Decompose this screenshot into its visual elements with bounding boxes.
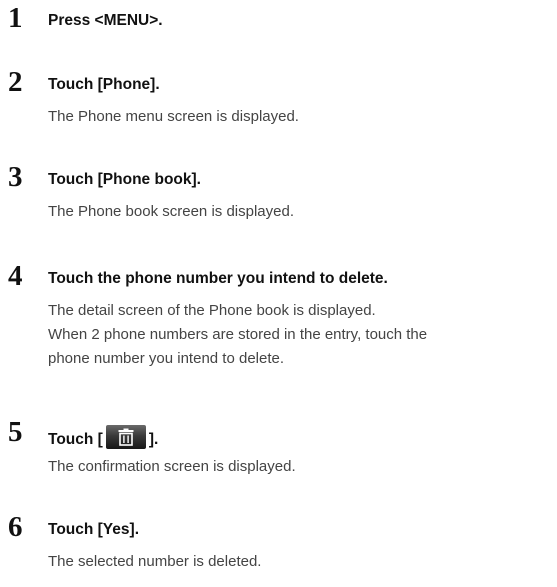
step-description: The selected number is deleted. xyxy=(48,550,261,574)
description-line: The selected number is deleted. xyxy=(48,553,262,570)
description-line: When 2 phone numbers are stored in the e… xyxy=(48,326,428,343)
step-number: 6 xyxy=(8,511,23,543)
step-title: Touch the phone number you intend to del… xyxy=(48,270,388,287)
step-number: 1 xyxy=(8,2,23,34)
description-line: phone number you intend to delete. xyxy=(48,350,285,367)
step-title: Touch [ ]. xyxy=(48,425,158,450)
description-line: The detail screen of the Phone book is d… xyxy=(48,302,376,319)
step-title: Touch [Phone]. xyxy=(48,76,160,93)
step-title: Touch [Phone book]. xyxy=(48,171,201,188)
step-title: Press <MENU>. xyxy=(48,12,163,29)
step-number: 3 xyxy=(8,161,23,193)
step-description: The confirmation screen is displayed. xyxy=(48,455,296,479)
step-description: The Phone menu screen is displayed. xyxy=(48,105,299,129)
description-line: The confirmation screen is displayed. xyxy=(48,458,296,475)
step-number: 4 xyxy=(8,260,23,292)
step-title-suffix: ]. xyxy=(148,431,159,448)
description-line: The Phone book screen is displayed. xyxy=(48,203,294,220)
trash-icon xyxy=(118,428,134,446)
step-title: Touch [Yes]. xyxy=(48,521,140,538)
step-description: The detail screen of the Phone book is d… xyxy=(48,299,427,371)
step-title-prefix: Touch [ xyxy=(48,431,103,448)
step-description: The Phone book screen is displayed. xyxy=(48,200,294,224)
step-number: 5 xyxy=(8,416,23,448)
step-number: 2 xyxy=(8,66,23,98)
description-line: The Phone menu screen is displayed. xyxy=(48,108,299,125)
delete-button-illustration xyxy=(105,425,146,449)
